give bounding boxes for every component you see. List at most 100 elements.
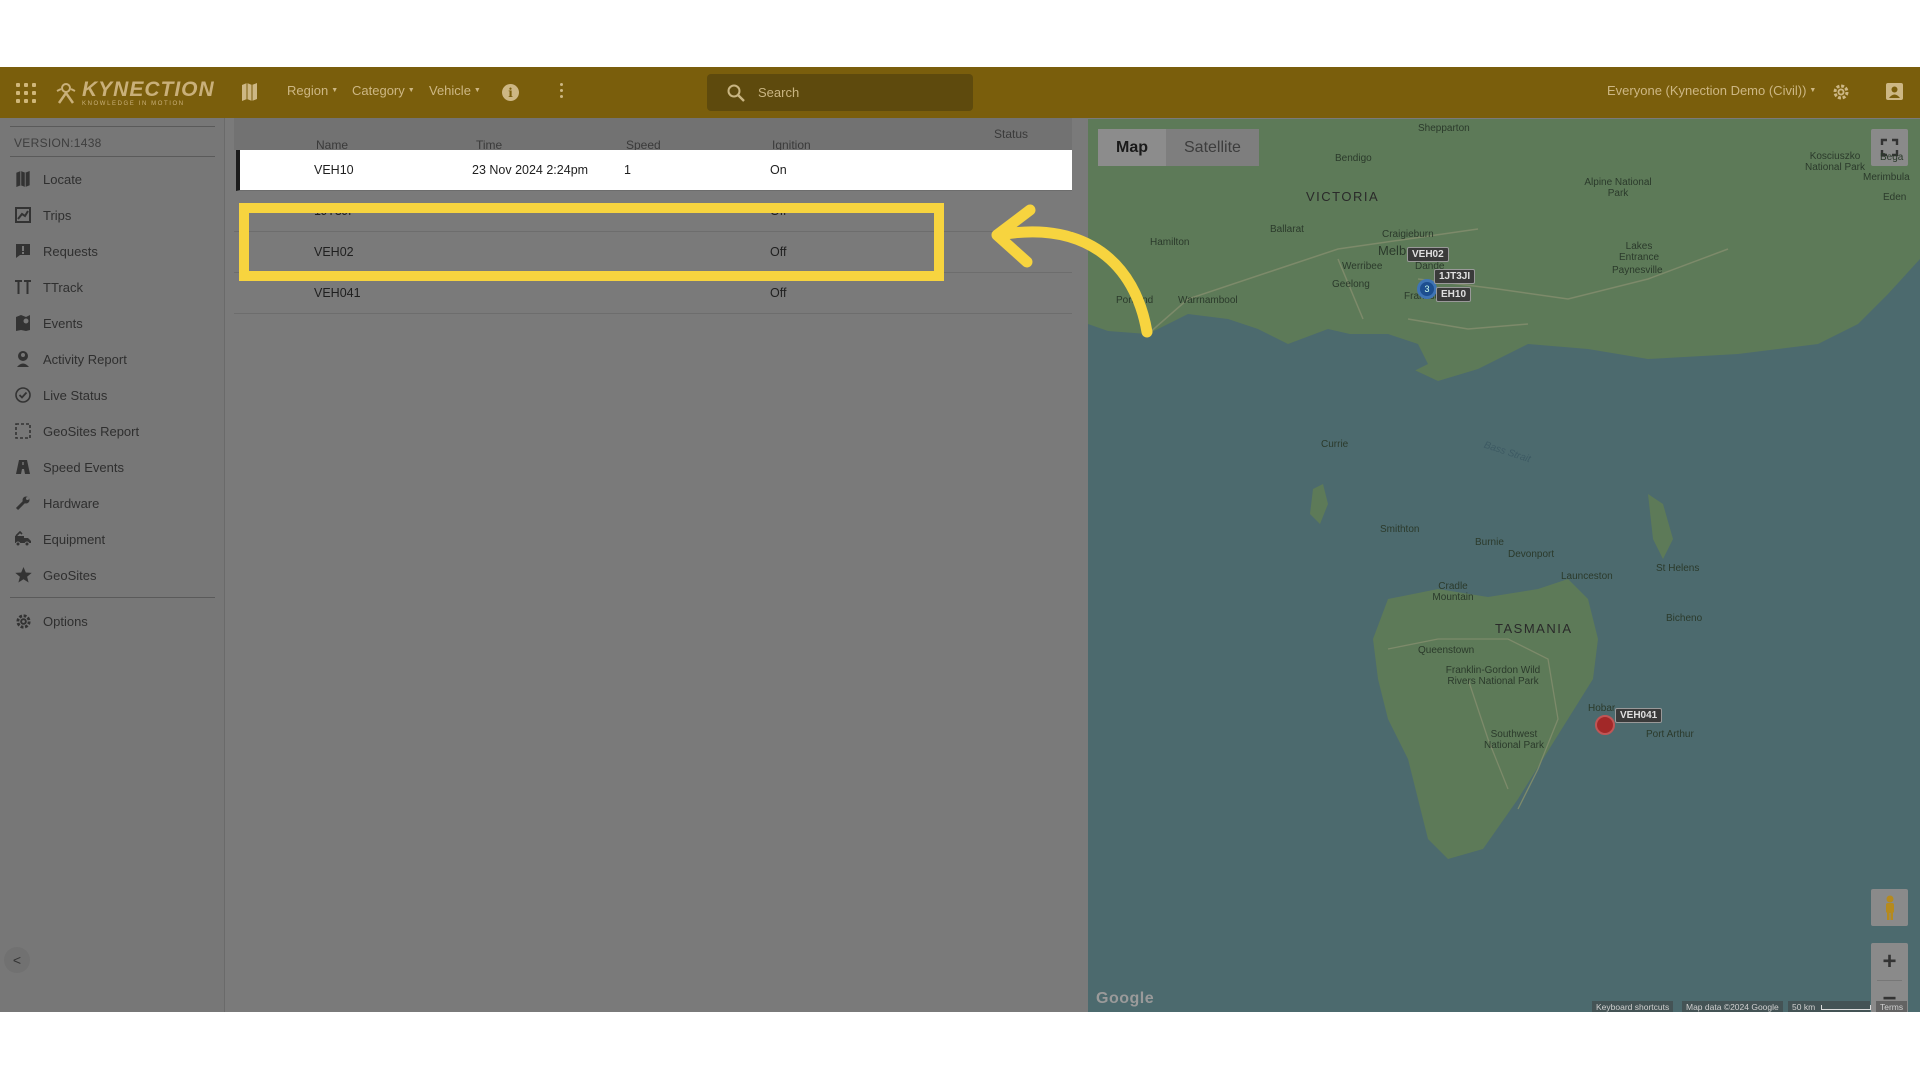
map-type-map-button[interactable]: Map (1098, 129, 1166, 166)
apps-grid-icon[interactable] (16, 83, 36, 103)
region-dropdown[interactable]: Region ▼ (287, 83, 338, 98)
zoom-in-button[interactable]: + (1871, 943, 1908, 980)
map-scale-bar (1820, 1005, 1871, 1011)
vehicle-dropdown[interactable]: Vehicle ▼ (429, 83, 481, 98)
sidebar-item-label: Options (43, 613, 88, 629)
pegman-icon (1885, 895, 1894, 920)
map-type-toggle: Map Satellite (1098, 129, 1259, 166)
map-label: Port Arthur (1646, 729, 1694, 740)
map-label: Ballarat (1270, 224, 1304, 235)
gear-icon (14, 612, 32, 630)
map-label: Paynesville (1612, 265, 1663, 276)
sidebar-item-label: GeoSites Report (43, 423, 140, 439)
sidebar-item-label: GeoSites (43, 567, 97, 583)
map-scale[interactable]: 50 km (1788, 1001, 1871, 1012)
map-label: Bicheno (1666, 613, 1703, 624)
wrench-icon (14, 494, 32, 512)
map-scale-label: 50 km (1792, 1002, 1816, 1012)
keyboard-shortcuts-link[interactable]: Keyboard shortcuts (1592, 1001, 1674, 1012)
highlight-frame (239, 203, 944, 281)
map-label: Melb (1378, 243, 1407, 258)
dashed-square-icon (14, 422, 32, 440)
vehicle-marker-label[interactable]: 1JT3JI (1434, 269, 1476, 284)
sidebar-item-trips[interactable]: Trips (0, 197, 225, 233)
map-canvas (1088, 119, 1920, 859)
map-label: Geelong (1332, 279, 1370, 290)
sidebar-item-requests[interactable]: Requests (0, 233, 225, 269)
map-label: Werribee (1342, 261, 1383, 272)
sidebar-item-options[interactable]: Options (0, 603, 225, 639)
map-label: Merimbula (1863, 172, 1910, 183)
more-vert-icon[interactable] (560, 83, 564, 98)
cell-name: VEH041 (314, 286, 361, 300)
road-icon (14, 458, 32, 476)
map-label: Shepparton (1418, 123, 1470, 134)
map-label: St Helens (1656, 563, 1700, 574)
truck-icon (14, 530, 32, 548)
map-label: Warrnambool (1178, 295, 1238, 306)
sidebar-item-activity-report[interactable]: Activity Report (0, 341, 225, 377)
map-type-satellite-button[interactable]: Satellite (1166, 129, 1259, 166)
trips-icon (14, 206, 32, 224)
map-label: Burnie (1475, 537, 1504, 548)
sidebar-item-geosites-report[interactable]: GeoSites Report (0, 413, 225, 449)
cell-speed: 1 (624, 163, 631, 177)
chevron-down-icon: ▼ (473, 87, 481, 94)
map-label: Lakes Entrance (1618, 241, 1660, 263)
map-region-label: VICTORIA (1306, 189, 1380, 204)
chevron-down-icon: ▼ (407, 87, 415, 94)
account-scope-label: Everyone (Kynection Demo (Civil)) (1607, 83, 1807, 98)
sidebar-item-equipment[interactable]: Equipment (0, 521, 225, 557)
google-logo: Google (1096, 990, 1155, 1007)
logo[interactable]: KYNECTION KNOWLEDGE IN MOTION (56, 79, 215, 107)
app-window: KYNECTION KNOWLEDGE IN MOTION Region ▼ Ca… (0, 67, 1920, 1012)
map-icon (14, 170, 32, 188)
account-scope-dropdown[interactable]: Everyone (Kynection Demo (Civil)) ▼ (1607, 83, 1816, 98)
map-label: Devonport (1508, 549, 1555, 560)
collapse-sidebar-button[interactable]: < (4, 947, 30, 973)
map-view-icon[interactable] (241, 83, 258, 101)
search-input[interactable] (758, 85, 958, 100)
vehicle-marker-label[interactable]: VEH041 (1615, 708, 1663, 723)
vehicle-marker-label[interactable]: VEH02 (1407, 247, 1449, 262)
info-icon[interactable]: i (502, 84, 519, 101)
sidebar-item-live-status[interactable]: Live Status (0, 377, 225, 413)
sidebar: VERSION:1438 Locate Trips Requests TTrac… (0, 118, 225, 1012)
cell-ignition: Off (770, 286, 787, 300)
vehicle-marker-label[interactable]: EH10 (1436, 287, 1472, 302)
account-icon[interactable] (1886, 83, 1903, 100)
sidebar-item-locate[interactable]: Locate (0, 161, 225, 197)
sidebar-item-label: TTrack (43, 279, 83, 295)
sidebar-item-speed-events[interactable]: Speed Events (0, 449, 225, 485)
street-view-pegman-button[interactable] (1871, 889, 1908, 926)
category-dropdown-label: Category (352, 83, 405, 98)
chevron-down-icon: ▼ (331, 87, 339, 94)
zoom-divider (1877, 980, 1902, 981)
chevron-down-icon: ▼ (1809, 87, 1817, 94)
map-view[interactable]: Map Satellite Shepparton Bendigo Koscius… (1088, 119, 1920, 1012)
sidebar-item-label: Live Status (43, 387, 108, 403)
sidebar-item-events[interactable]: Events (0, 305, 225, 341)
search-box[interactable] (707, 74, 973, 111)
map-label: Cradle Mountain (1432, 581, 1474, 603)
map-label: Kosciuszko National Park (1804, 151, 1866, 173)
gear-icon[interactable] (1832, 83, 1850, 101)
sidebar-item-label: Trips (43, 207, 72, 223)
map-data-attribution: Map data ©2024 Google (1682, 1001, 1783, 1012)
ttrack-icon (14, 278, 32, 296)
map-label: Currie (1321, 439, 1349, 450)
sidebar-item-label: Equipment (43, 531, 106, 547)
category-dropdown[interactable]: Category ▼ (352, 83, 415, 98)
column-header-status[interactable]: Status (994, 127, 1028, 141)
map-label: Queenstown (1418, 645, 1475, 656)
table-row[interactable]: VEH10 23 Nov 2024 2:24pm 1 On (236, 150, 1072, 191)
logo-mark-icon (56, 83, 76, 104)
sidebar-item-hardware[interactable]: Hardware (0, 485, 225, 521)
events-icon (14, 314, 32, 332)
sidebar-item-ttrack[interactable]: TTrack (0, 269, 225, 305)
sidebar-item-label: Requests (43, 243, 98, 259)
chevron-left-icon: < (12, 952, 22, 968)
sidebar-item-geosites[interactable]: GeoSites (0, 557, 225, 593)
vehicle-location-pin[interactable] (1595, 715, 1615, 735)
terms-link[interactable]: Terms (1876, 1001, 1908, 1012)
